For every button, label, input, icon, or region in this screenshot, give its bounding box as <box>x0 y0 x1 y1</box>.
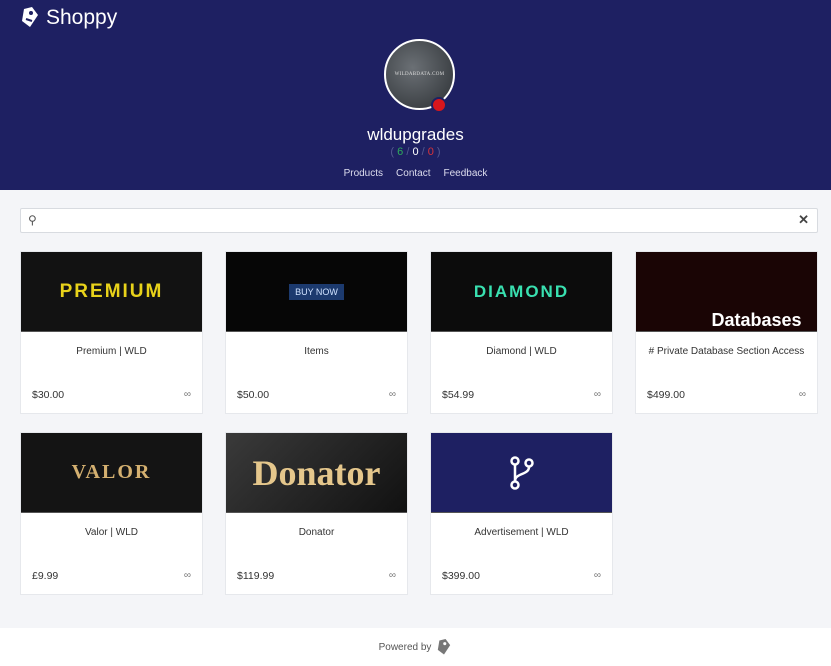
product-card[interactable]: PREMIUM Premium | WLD $30.00 ∞ <box>20 251 203 414</box>
product-stock: ∞ <box>388 389 396 400</box>
neutral-count: 0 <box>412 146 419 158</box>
status-indicator <box>431 97 447 113</box>
product-card[interactable]: VALOR Valor | WLD £9.99 ∞ <box>20 432 203 595</box>
git-branch-icon <box>509 455 534 490</box>
product-image-text: PREMIUM <box>59 280 164 302</box>
product-image[interactable]: VALOR <box>21 433 202 513</box>
negative-count: 0 <box>427 146 434 158</box>
search-icon: ⚲ <box>28 213 37 227</box>
product-card[interactable]: DIAMOND Diamond | WLD $54.99 ∞ <box>430 251 613 414</box>
product-price: $50.00 <box>237 389 270 401</box>
product-price: £9.99 <box>32 570 59 582</box>
brand-logo[interactable]: Shoppy <box>20 6 117 30</box>
product-image-text: Donator <box>252 452 381 493</box>
clear-icon[interactable]: ✕ <box>798 212 809 228</box>
product-title[interactable]: Items <box>226 344 407 360</box>
product-image-text: DIAMOND <box>473 281 570 301</box>
nav-products[interactable]: Products <box>344 168 383 179</box>
product-image[interactable] <box>431 433 612 513</box>
shoppy-logo-icon <box>22 7 38 27</box>
product-price: $399.00 <box>442 570 480 582</box>
nav-feedback[interactable]: Feedback <box>444 168 488 179</box>
product-stock: ∞ <box>388 570 396 581</box>
store-nav: Products Contact Feedback <box>0 168 831 179</box>
product-title[interactable]: Premium | WLD <box>21 344 202 360</box>
product-stock: ∞ <box>798 389 806 400</box>
powered-by-text: Powered by <box>378 641 432 653</box>
product-image-text: VALOR <box>71 461 152 483</box>
store-header: Shoppy WILDABDATA.COM wldupgrades ( 6 / … <box>0 0 831 190</box>
product-price: $499.00 <box>647 389 685 401</box>
product-card[interactable]: BUY NOW Items $50.00 ∞ <box>225 251 408 414</box>
product-stock: ∞ <box>183 389 191 400</box>
avatar-text: WILDABDATA.COM <box>394 72 445 77</box>
product-image[interactable]: Databases <box>636 252 817 332</box>
product-price: $119.99 <box>237 570 275 582</box>
product-title[interactable]: Diamond | WLD <box>431 344 612 360</box>
product-title[interactable]: Valor | WLD <box>21 525 202 541</box>
product-card[interactable]: Databases # Private Database Section Acc… <box>635 251 818 414</box>
product-title[interactable]: Donator <box>226 525 407 541</box>
product-title[interactable]: # Private Database Section Access <box>636 344 817 360</box>
nav-contact[interactable]: Contact <box>396 168 430 179</box>
username: wldupgrades <box>367 125 464 144</box>
footer: Powered by <box>0 628 831 666</box>
search-bar: ⚲ ✕ <box>20 208 818 233</box>
product-image[interactable]: Donator <box>226 433 407 513</box>
product-stock: ∞ <box>593 570 601 581</box>
product-image[interactable]: BUY NOW <box>226 252 407 332</box>
product-image[interactable]: PREMIUM <box>21 252 202 332</box>
product-image-text: BUY NOW <box>289 283 344 300</box>
product-image[interactable]: DIAMOND <box>431 252 612 332</box>
product-card[interactable]: Advertisement | WLD $399.00 ∞ <box>430 432 613 595</box>
product-card[interactable]: Donator Donator $119.99 ∞ <box>225 432 408 595</box>
feedback-stats: ( 6 / 0 / 0 ) <box>390 146 441 158</box>
shoppy-logo-icon[interactable] <box>436 638 452 656</box>
product-price: $54.99 <box>442 389 475 401</box>
brand-name: Shoppy <box>46 6 118 29</box>
product-stock: ∞ <box>593 389 601 400</box>
product-stock: ∞ <box>183 570 191 581</box>
product-image-text: Databases <box>711 310 802 330</box>
product-title[interactable]: Advertisement | WLD <box>431 525 612 541</box>
product-price: $30.00 <box>32 389 65 401</box>
positive-count: 6 <box>397 146 404 158</box>
